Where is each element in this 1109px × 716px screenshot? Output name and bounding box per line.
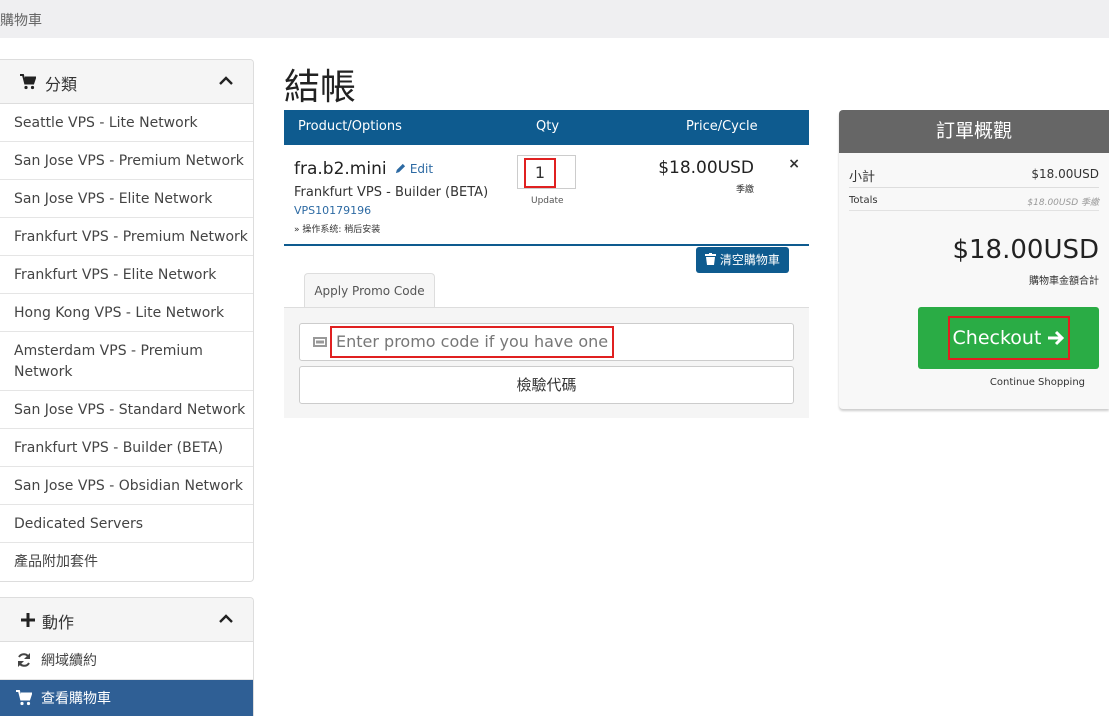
total-due: $18.00USD bbox=[952, 235, 1099, 265]
product-os-option: » 操作系统: 稍后安装 bbox=[294, 225, 381, 235]
product-name: fra.b2.mini bbox=[294, 159, 387, 179]
subtotal-value: $18.00USD bbox=[1031, 167, 1099, 181]
order-summary-title: 訂單概觀 bbox=[839, 110, 1109, 153]
quantity-value: 1 bbox=[524, 158, 556, 188]
actions-panel: 動作 網域續約 查看購物車 bbox=[0, 597, 254, 716]
chevron-up-icon[interactable] bbox=[219, 612, 233, 626]
category-item[interactable]: Frankfurt VPS - Builder (BETA) bbox=[0, 429, 253, 467]
subtotal-label: 小計 bbox=[849, 170, 876, 185]
category-item[interactable]: San Jose VPS - Elite Network bbox=[0, 180, 253, 218]
category-item[interactable]: Frankfurt VPS - Elite Network bbox=[0, 256, 253, 294]
category-item[interactable]: Frankfurt VPS - Premium Network bbox=[0, 218, 253, 256]
checkout-highlight: Checkout bbox=[948, 316, 1070, 360]
product-id: VPS10179196 bbox=[294, 204, 372, 217]
promo-code-input[interactable]: Enter promo code if you have one bbox=[299, 323, 794, 361]
cart-table: Product/Options Qty Price/Cycle fra.b2.m… bbox=[284, 110, 809, 273]
empty-cart-label: 清空購物車 bbox=[719, 253, 780, 267]
action-item-label: 查看購物車 bbox=[41, 691, 111, 707]
header-product: Product/Options bbox=[298, 119, 402, 134]
plus-icon bbox=[21, 613, 35, 627]
order-summary: 訂單概觀 小計 $18.00USD Totals $18.00USD 季繳 $1… bbox=[839, 110, 1109, 409]
totals-label: Totals bbox=[849, 195, 878, 206]
refresh-icon bbox=[18, 652, 30, 667]
category-item[interactable]: San Jose VPS - Standard Network bbox=[0, 391, 253, 429]
action-item-view-cart[interactable]: 查看購物車 bbox=[0, 680, 253, 716]
quantity-input[interactable]: 1 bbox=[517, 155, 576, 189]
subtotal-row: 小計 $18.00USD bbox=[849, 166, 1099, 185]
cart-icon bbox=[16, 689, 32, 705]
ticket-icon bbox=[313, 337, 327, 347]
page-title: 結帳 bbox=[284, 67, 357, 108]
category-item[interactable]: Hong Kong VPS - Lite Network bbox=[0, 294, 253, 332]
totals-row: Totals $18.00USD 季繳 bbox=[849, 195, 1099, 208]
item-price: $18.00USD bbox=[658, 158, 754, 178]
edit-link[interactable]: Edit bbox=[395, 162, 433, 176]
continue-shopping-link[interactable]: Continue Shopping bbox=[990, 377, 1085, 388]
header-qty: Qty bbox=[536, 119, 560, 134]
remove-item-icon[interactable]: × bbox=[788, 156, 800, 172]
category-item[interactable]: Amsterdam VPS - Premium Network bbox=[0, 332, 253, 391]
arrow-right-icon bbox=[1048, 330, 1065, 346]
promo-panel: Enter promo code if you have one 檢驗代碼 bbox=[284, 307, 809, 418]
category-item[interactable]: Seattle VPS - Lite Network bbox=[0, 104, 253, 142]
cart-item-row: fra.b2.mini Edit Frankfurt VPS - Builder… bbox=[284, 145, 809, 246]
pencil-icon bbox=[395, 163, 406, 174]
total-due-label: 購物車金額合計 bbox=[1029, 276, 1099, 287]
header-price: Price/Cycle bbox=[686, 119, 758, 134]
empty-cart-button[interactable]: 清空購物車 bbox=[696, 247, 789, 273]
cart-table-header: Product/Options Qty Price/Cycle bbox=[284, 110, 809, 145]
chevron-up-icon[interactable] bbox=[219, 74, 233, 88]
trash-icon bbox=[705, 253, 716, 265]
action-item-renew-domain[interactable]: 網域續約 bbox=[0, 642, 253, 680]
edit-label: Edit bbox=[409, 162, 434, 176]
actions-title: 動作 bbox=[42, 613, 75, 632]
top-bar: 購物車 bbox=[0, 0, 1109, 38]
categories-panel: 分類 Seattle VPS - Lite Network San Jose V… bbox=[0, 59, 254, 582]
breadcrumb[interactable]: 購物車 bbox=[0, 10, 42, 30]
categories-panel-header[interactable]: 分類 bbox=[0, 60, 253, 104]
summary-divider bbox=[849, 210, 1099, 211]
action-item-label: 網域續約 bbox=[41, 653, 97, 669]
billing-cycle: 季繳 bbox=[735, 185, 754, 195]
summary-divider bbox=[849, 187, 1099, 188]
validate-code-button[interactable]: 檢驗代碼 bbox=[299, 366, 794, 404]
checkout-label: Checkout bbox=[952, 327, 1042, 349]
checkout-button[interactable]: Checkout bbox=[918, 307, 1099, 369]
product-group: Frankfurt VPS - Builder (BETA) bbox=[294, 185, 489, 200]
update-link[interactable]: Update bbox=[531, 196, 564, 206]
actions-panel-header[interactable]: 動作 bbox=[0, 598, 253, 642]
category-item[interactable]: 產品附加套件 bbox=[0, 543, 253, 581]
totals-value: $18.00USD 季繳 bbox=[1027, 198, 1099, 208]
category-item[interactable]: Dedicated Servers bbox=[0, 505, 253, 543]
categories-title: 分類 bbox=[45, 75, 78, 94]
tab-apply-promo[interactable]: Apply Promo Code bbox=[304, 273, 435, 308]
category-item[interactable]: San Jose VPS - Obsidian Network bbox=[0, 467, 253, 505]
promo-code-placeholder: Enter promo code if you have one bbox=[330, 326, 615, 358]
cart-icon bbox=[20, 74, 36, 90]
category-item[interactable]: San Jose VPS - Premium Network bbox=[0, 142, 253, 180]
